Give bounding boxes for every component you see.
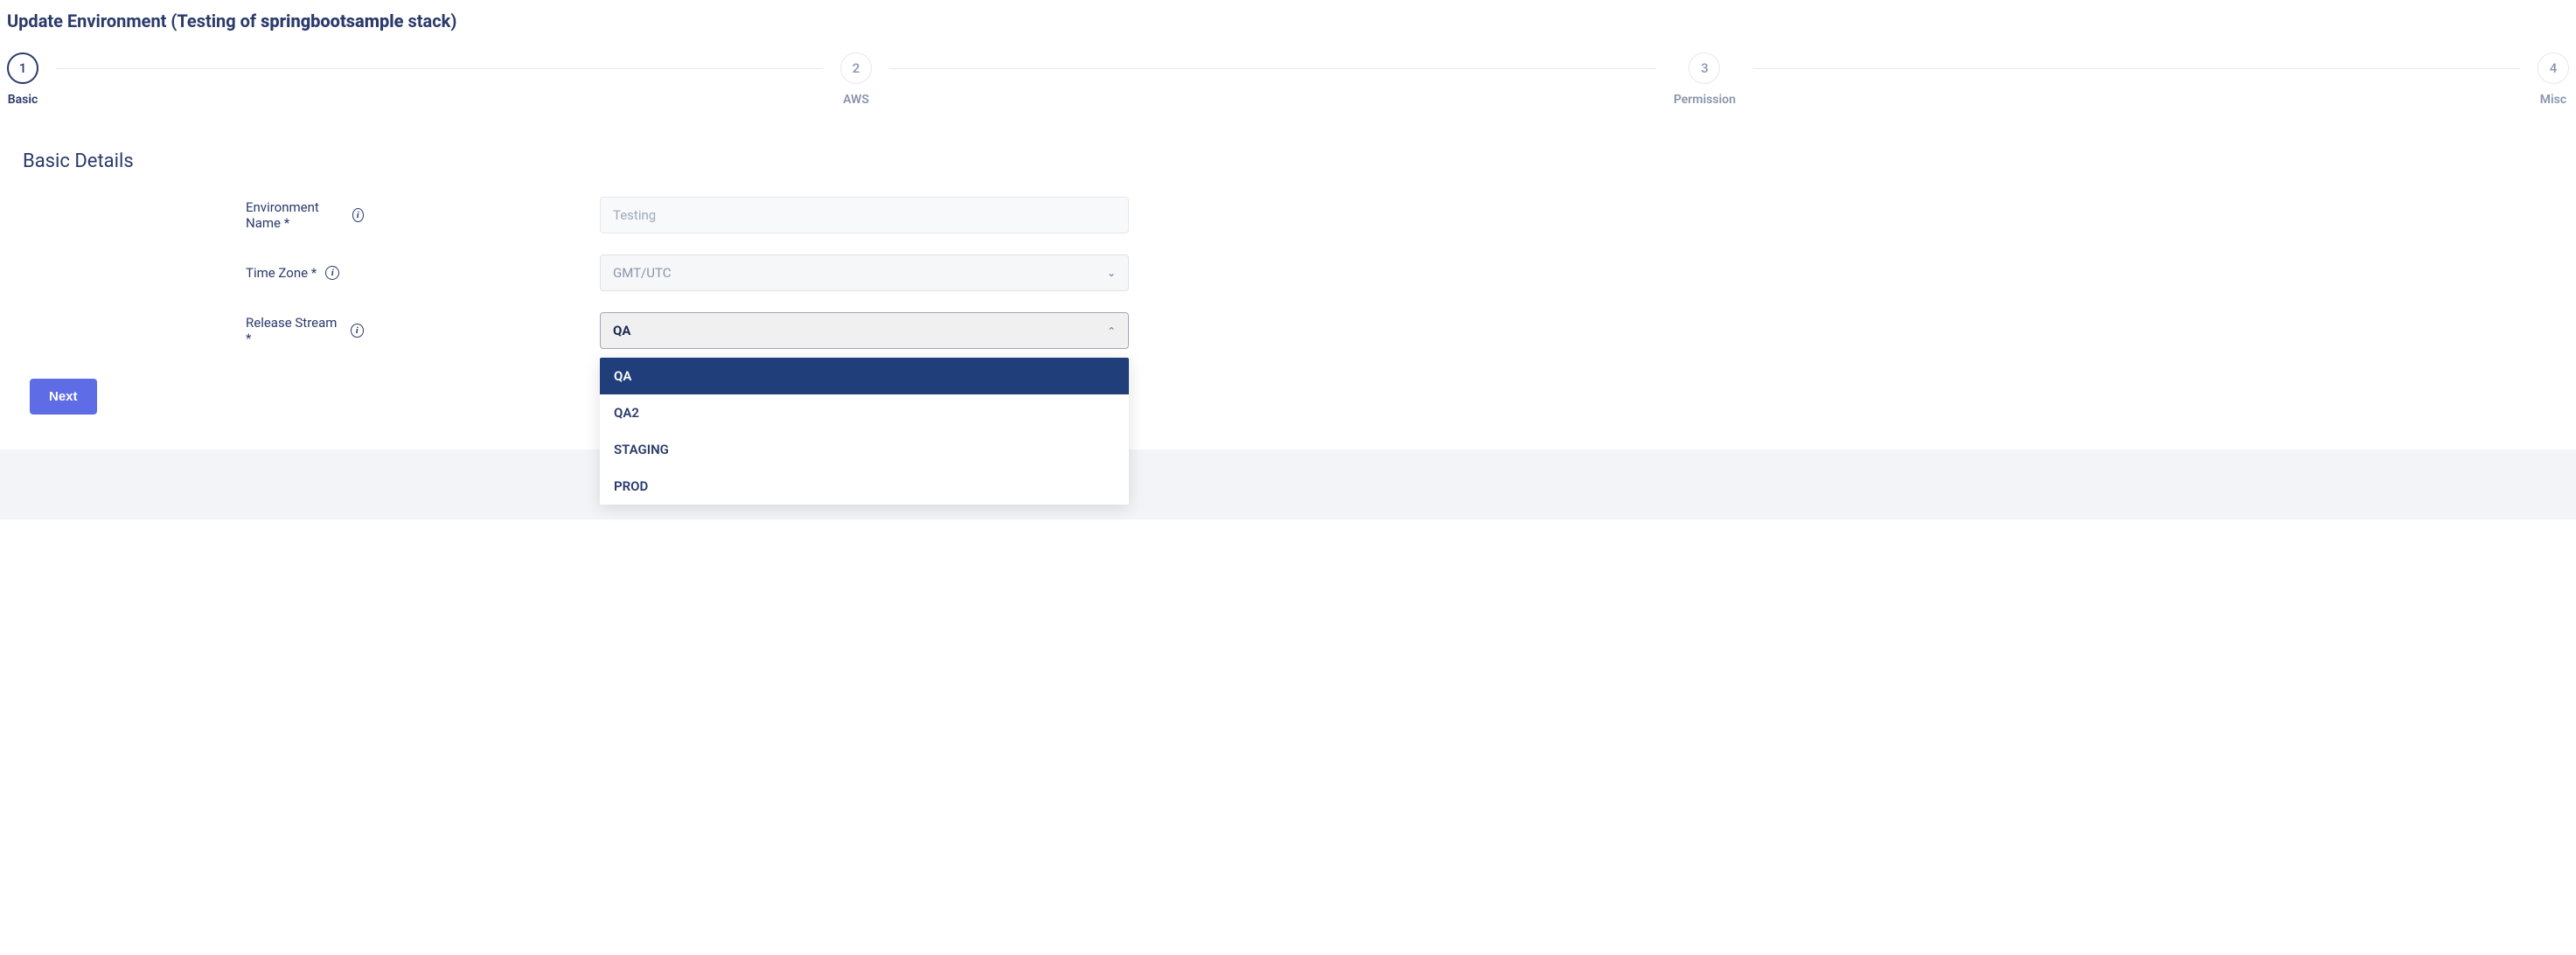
- form-row-time-zone: Time Zone * i GMT/UTC ⌄: [23, 254, 2553, 291]
- time-zone-select[interactable]: GMT/UTC ⌄: [600, 254, 1129, 291]
- step-misc-label: Misc: [2540, 93, 2566, 107]
- release-stream-value: QA: [613, 323, 630, 338]
- dropdown-option-staging[interactable]: STAGING: [600, 431, 1129, 468]
- info-icon[interactable]: i: [352, 208, 364, 222]
- chevron-down-icon: ⌄: [1107, 267, 1116, 279]
- dropdown-option-qa[interactable]: QA: [600, 358, 1129, 394]
- wizard-stepper: 1 Basic 2 AWS 3 Permission 4 Misc: [7, 52, 2569, 107]
- info-icon[interactable]: i: [325, 266, 339, 280]
- form-row-release-stream: Release Stream * i QA ⌄ QA QA2 STAGING P…: [23, 312, 2553, 349]
- info-icon[interactable]: i: [351, 324, 364, 338]
- release-stream-select[interactable]: QA ⌄: [600, 312, 1129, 349]
- dropdown-option-prod[interactable]: PROD: [600, 468, 1129, 505]
- time-zone-value: GMT/UTC: [613, 265, 671, 281]
- chevron-up-icon: ⌄: [1107, 324, 1116, 337]
- next-button[interactable]: Next: [30, 379, 97, 415]
- form-row-env-name: Environment Name * i Testing: [23, 197, 2553, 234]
- step-aws-circle: 2: [840, 52, 872, 84]
- release-stream-dropdown: QA QA2 STAGING PROD: [600, 358, 1129, 505]
- step-permission-circle: 3: [1688, 52, 1720, 84]
- dropdown-option-qa2[interactable]: QA2: [600, 394, 1129, 431]
- step-basic-circle: 1: [7, 52, 38, 84]
- step-misc[interactable]: 4 Misc: [2538, 52, 2569, 107]
- step-permission[interactable]: 3 Permission: [1674, 52, 1736, 107]
- step-aws[interactable]: 2 AWS: [840, 52, 872, 107]
- footer-background: [0, 450, 2576, 519]
- section-title: Basic Details: [23, 150, 2553, 172]
- page-title: Update Environment (Testing of springboo…: [7, 10, 2569, 31]
- release-stream-label: Release Stream * i: [23, 315, 364, 346]
- step-basic[interactable]: 1 Basic: [7, 52, 38, 107]
- step-aws-label: AWS: [843, 93, 869, 107]
- step-line: [56, 68, 823, 69]
- step-misc-circle: 4: [2538, 52, 2569, 84]
- step-permission-label: Permission: [1674, 93, 1736, 107]
- env-name-label: Environment Name * i: [23, 199, 364, 231]
- step-basic-label: Basic: [8, 93, 38, 107]
- step-line: [1753, 68, 2520, 69]
- env-name-input: Testing: [600, 197, 1129, 234]
- time-zone-label: Time Zone * i: [23, 265, 364, 281]
- step-line: [889, 68, 1656, 69]
